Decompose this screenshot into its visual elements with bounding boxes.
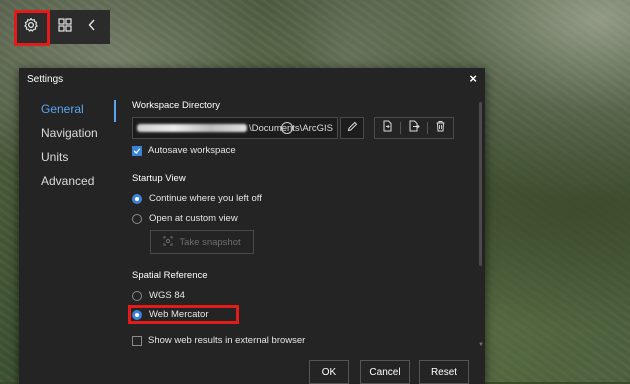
cancel-button[interactable]: Cancel [360,360,410,384]
scroll-down-arrow[interactable]: ▼ [478,342,484,348]
web-mercator-label: Web Mercator [149,309,209,320]
dialog-title: Settings [27,74,64,85]
nav-item-units[interactable]: Units [41,148,98,172]
take-snapshot-button[interactable]: Take snapshot [150,230,254,254]
map-toolbar [14,10,110,44]
spatial-option-web-mercator[interactable]: Web Mercator [132,309,208,320]
nav-item-advanced[interactable]: Advanced [41,172,98,196]
edit-path-button[interactable] [340,117,364,139]
collapse-toolbar-button[interactable] [82,10,102,44]
startup-option-custom[interactable]: Open at custom view [132,213,238,224]
delete-workspace-button[interactable] [428,118,453,138]
external-browser-checkbox[interactable] [132,335,142,346]
reset-button[interactable]: Reset [419,360,469,384]
external-browser-row[interactable]: Show web results in external browser [132,335,305,346]
workspace-directory-field[interactable]: \Documents\ArcGIS [132,117,338,139]
nav-item-navigation[interactable]: Navigation [41,124,98,148]
autosave-row[interactable]: Autosave workspace [132,145,236,156]
nav-item-general[interactable]: General [41,100,98,124]
trash-icon [435,119,446,137]
custom-view-radio[interactable] [132,213,142,224]
workspace-actions-group [374,117,454,139]
layout-grid-button[interactable] [48,10,82,44]
export-workspace-button[interactable] [401,118,426,138]
wgs84-label: WGS 84 [149,290,185,301]
camera-icon [163,236,173,249]
external-browser-label: Show web results in external browser [148,335,306,346]
nav-active-indicator [114,100,116,122]
settings-button[interactable] [14,10,48,44]
grid-icon [58,17,72,37]
web-mercator-radio[interactable] [132,309,142,320]
spatial-reference-label: Spatial Reference [132,270,208,281]
settings-dialog: Settings × General Navigation Units Adva… [19,68,485,384]
file-export-icon [408,119,420,137]
chevron-left-icon [88,18,96,36]
settings-nav: General Navigation Units Advanced [41,100,98,196]
workspace-directory-label: Workspace Directory [132,100,220,111]
scrollbar[interactable] [479,102,482,266]
spatial-option-wgs84[interactable]: WGS 84 [132,290,185,301]
take-snapshot-label: Take snapshot [179,236,241,248]
continue-label: Continue where you left off [149,193,262,204]
mouse-cursor-icon [281,122,293,134]
wgs84-radio[interactable] [132,290,142,301]
continue-radio[interactable] [132,193,142,204]
import-workspace-button[interactable] [375,118,400,138]
custom-view-label: Open at custom view [149,213,238,224]
autosave-label: Autosave workspace [148,145,236,156]
pencil-icon [347,119,358,137]
redacted-path [137,124,247,132]
ok-button[interactable]: OK [309,360,349,384]
autosave-checkbox[interactable] [132,145,142,156]
close-icon[interactable]: × [469,71,477,86]
gear-icon [23,17,39,38]
file-import-icon [382,119,393,137]
startup-view-label: Startup View [132,173,186,184]
startup-option-continue[interactable]: Continue where you left off [132,193,262,204]
